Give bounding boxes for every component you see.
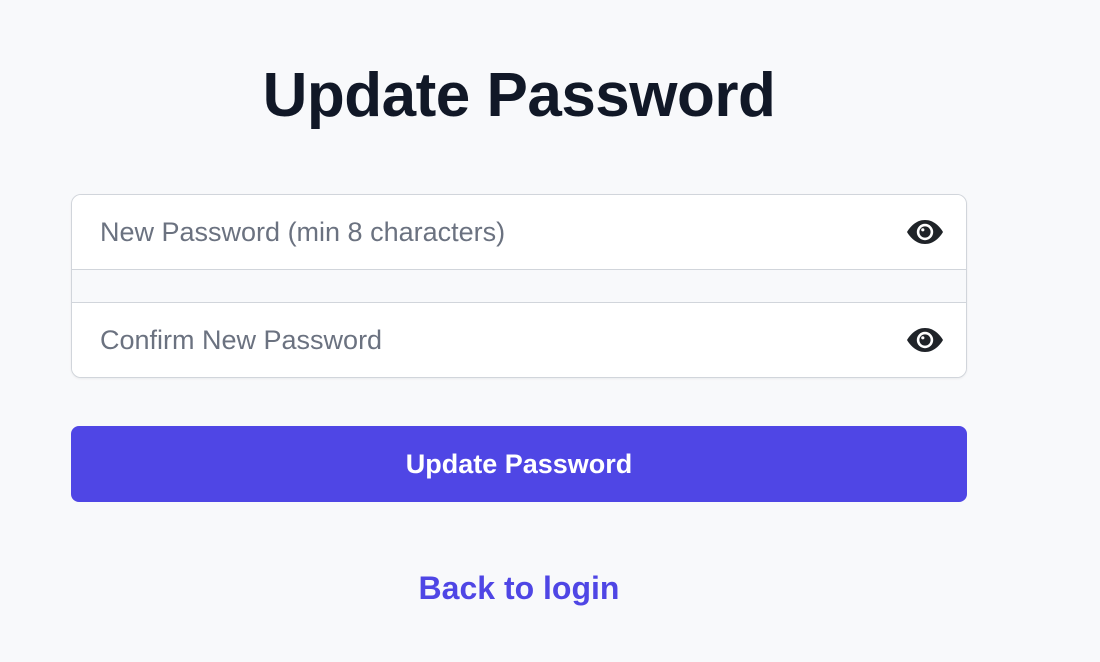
field-separator [72,270,966,302]
password-field-group [71,194,967,378]
confirm-password-input[interactable] [98,323,882,357]
update-password-page: Update Password Update Password Back to … [0,0,1100,662]
eye-icon[interactable] [906,326,944,354]
confirm-password-field [72,302,966,377]
update-password-button[interactable]: Update Password [71,426,967,502]
eye-icon[interactable] [906,218,944,246]
back-to-login-link[interactable]: Back to login [71,568,967,608]
new-password-field [72,195,966,270]
new-password-input[interactable] [98,215,882,249]
password-form [71,194,967,378]
page-title: Update Password [262,61,776,130]
